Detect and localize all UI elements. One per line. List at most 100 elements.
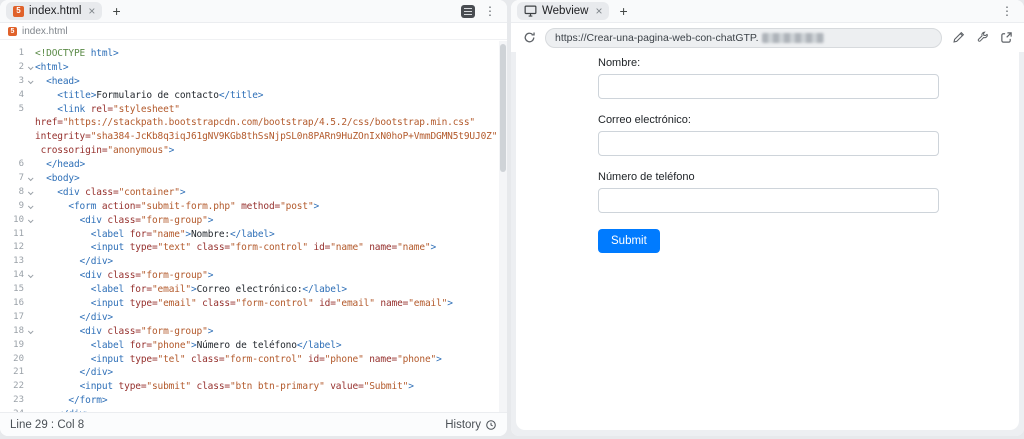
line-number: 10 [0,214,24,228]
code-line: 18 <div class="form-group"> [0,325,507,339]
tab-label: Webview [542,5,588,17]
form-input[interactable] [598,74,939,99]
code-text: </div> [35,311,113,325]
code-line: 1 <!DOCTYPE html> [0,47,507,61]
url-input[interactable]: https://Crear-una-pagina-web-con-chatGTP… [545,28,942,48]
code-text: <!DOCTYPE html> [35,47,119,61]
devtools-wrench-icon[interactable] [974,30,990,46]
fold-chevron-icon[interactable] [24,80,35,84]
code-line: 7 <body> [0,172,507,186]
webview-tabbar: Webview × + ⋮ [511,0,1024,23]
code-text: </div> [35,366,113,380]
code-line: 13 </div> [0,255,507,269]
reload-icon[interactable] [521,30,537,46]
code-line: integrity="sha384-JcKb8q3iqJ61gNV9KGb8th… [0,130,507,144]
fold-chevron-icon[interactable] [24,330,35,334]
fold-chevron-icon[interactable] [24,66,35,70]
code-text: <input type="tel" class="form-control" i… [35,353,442,367]
line-number: 15 [0,283,24,297]
code-text: <div class="form-group"> [35,269,213,283]
code-line: 23 </form> [0,394,507,408]
code-text: <html> [35,61,68,75]
editor-menu-icon[interactable]: ⋮ [481,4,499,18]
form-label: Nombre: [598,56,1019,70]
fold-chevron-icon[interactable] [24,191,35,195]
open-external-icon[interactable] [998,30,1014,46]
code-text: <title>Formulario de contacto</title> [35,89,263,103]
close-tab-icon[interactable]: × [595,5,602,17]
html5-icon: 5 [13,6,24,17]
line-number: 5 [0,103,24,117]
code-text: <div class="container"> [35,186,185,200]
code-text: href="https://stackpath.bootstrapcdn.com… [35,116,475,130]
editor-tabbar: 5 index.html × + ⋮ [0,0,507,23]
line-number: 16 [0,297,24,311]
editor-statusbar: Line 29 : Col 8 History [0,412,507,436]
tab-webview[interactable]: Webview × [517,2,609,20]
code-text: <body> [35,172,80,186]
webview-urlbar: https://Crear-una-pagina-web-con-chatGTP… [511,23,1024,52]
new-tab-button[interactable]: + [615,4,631,18]
code-line: 6 </head> [0,158,507,172]
code-line: 4 <title>Formulario de contacto</title> [0,89,507,103]
code-line: crossorigin="anonymous"> [0,144,507,158]
code-line: 5 <link rel="stylesheet" [0,103,507,117]
code-text: <label for="email">Correo electrónico:</… [35,283,347,297]
line-number: 22 [0,380,24,394]
edit-pencil-icon[interactable] [950,30,966,46]
layout-toggle-icon[interactable] [461,5,475,18]
form-group: Número de teléfono [598,170,1019,213]
monitor-icon [524,5,537,17]
close-tab-icon[interactable]: × [88,5,95,17]
code-text: <div class="form-group"> [35,214,213,228]
tab-label: index.html [29,5,81,17]
code-line: 20 <input type="tel" class="form-control… [0,353,507,367]
code-line: 9 <form action="submit-form.php" method=… [0,200,507,214]
form-group: Nombre: [598,56,1019,99]
line-number: 12 [0,241,24,255]
code-text: </head> [35,158,85,172]
code-line: 19 <label for="phone">Número de teléfono… [0,339,507,353]
webview-menu-icon[interactable]: ⋮ [998,4,1016,18]
form-input[interactable] [598,131,939,156]
new-tab-button[interactable]: + [108,4,124,18]
line-number: 3 [0,75,24,89]
code-line: 15 <label for="email">Correo electrónico… [0,283,507,297]
code-text: <label for="name">Nombre:</label> [35,228,275,242]
history-clock-icon [485,419,497,431]
code-text: </form> [35,394,107,408]
code-text: integrity="sha384-JcKb8q3iqJ61gNV9KGb8th… [35,130,497,144]
code-text: <head> [35,75,80,89]
line-number: 17 [0,311,24,325]
code-line: 11 <label for="name">Nombre:</label> [0,228,507,242]
code-line: 8 <div class="container"> [0,186,507,200]
code-line: 3 <head> [0,75,507,89]
fold-chevron-icon[interactable] [24,274,35,278]
line-number: 2 [0,61,24,75]
code-line: 16 <input type="email" class="form-contr… [0,297,507,311]
form-group: Correo electrónico: [598,113,1019,156]
form-input[interactable] [598,188,939,213]
code-text: <div class="form-group"> [35,325,213,339]
fold-chevron-icon[interactable] [24,219,35,223]
history-button[interactable]: History [445,419,497,431]
line-number: 11 [0,228,24,242]
code-text: crossorigin="anonymous"> [35,144,174,158]
submit-button[interactable]: Submit [598,229,660,253]
code-text: </div> [35,255,113,269]
history-label: History [445,419,481,431]
editor-scrollbar[interactable] [499,41,507,412]
code-line: 22 <input type="submit" class="btn btn-p… [0,380,507,394]
line-number: 1 [0,47,24,61]
cursor-position: Line 29 : Col 8 [10,419,84,431]
webview-form: Nombre: Correo electrónico: Número de telé… [598,56,1019,253]
line-number: 23 [0,394,24,408]
code-lines[interactable]: 1<!DOCTYPE html>2<html>3 <head>4 <title>… [0,41,507,412]
code-line: 14 <div class="form-group"> [0,269,507,283]
code-text: <input type="submit" class="btn btn-prim… [35,380,414,394]
scrollbar-thumb[interactable] [500,44,506,172]
fold-chevron-icon[interactable] [24,205,35,209]
line-number: 7 [0,172,24,186]
fold-chevron-icon[interactable] [24,177,35,181]
tab-index-html[interactable]: 5 index.html × [6,2,102,20]
